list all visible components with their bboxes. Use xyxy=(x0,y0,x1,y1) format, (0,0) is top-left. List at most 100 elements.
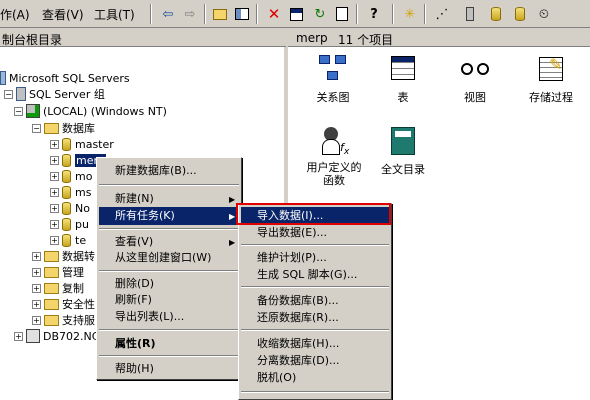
toolbar-separator xyxy=(256,4,258,24)
refresh-icon[interactable]: ↻ xyxy=(310,4,330,24)
item-views[interactable]: 视图 xyxy=(440,53,510,105)
expand-icon[interactable]: + xyxy=(50,219,59,229)
server-icon xyxy=(26,329,40,343)
menu-new[interactable]: 新建(N) xyxy=(99,190,239,208)
database-tool-icon[interactable] xyxy=(510,4,530,24)
menu-new-window[interactable]: 从这里创建窗口(W) xyxy=(99,249,239,267)
item-diagrams[interactable]: 关系图 xyxy=(298,53,368,105)
new-database-icon[interactable] xyxy=(486,4,506,24)
tree-item-security[interactable]: + 安全性 xyxy=(32,296,95,312)
menu-all-tasks[interactable]: 所有任务(K) xyxy=(99,207,239,225)
menu-action[interactable]: 作(A) xyxy=(0,6,30,23)
tree-item-master[interactable]: + master xyxy=(50,136,114,152)
menu-separator xyxy=(99,184,239,186)
collapse-icon[interactable]: − xyxy=(32,123,41,133)
tree-item-support[interactable]: + 支持服 xyxy=(32,312,95,328)
submenu-arrow-icon: ▶ xyxy=(229,195,236,204)
stored-procedure-icon: ✎ xyxy=(535,53,567,85)
wizard-icon[interactable]: ✳ xyxy=(400,4,420,24)
tree-item-root[interactable]: Microsoft SQL Servers xyxy=(0,70,130,86)
submenu-arrow-icon: ▶ xyxy=(229,212,236,221)
highlight-box xyxy=(236,203,391,225)
menu-separator xyxy=(99,270,239,272)
expand-icon[interactable]: + xyxy=(50,171,59,181)
menu-separator xyxy=(241,286,389,288)
tree-item-replication[interactable]: + 复制 xyxy=(32,280,84,296)
expand-icon[interactable]: + xyxy=(14,331,23,341)
detail-header: merp 11 个项目 xyxy=(288,29,590,47)
database-icon xyxy=(62,153,71,167)
expand-icon[interactable]: + xyxy=(32,315,41,325)
properties-icon[interactable] xyxy=(286,4,306,24)
show-tree-icon[interactable] xyxy=(232,4,252,24)
tree-item-local-server[interactable]: − (LOCAL) (Windows NT) xyxy=(14,103,167,119)
tree-item-db702[interactable]: + DB702.NC xyxy=(14,328,99,344)
job-schedule-icon[interactable]: ⏲ xyxy=(534,4,554,24)
menu-help[interactable]: 帮助(H) xyxy=(99,360,239,378)
delete-icon[interactable]: ✕ xyxy=(264,4,284,24)
item-stored-procedures[interactable]: ✎ 存储过程 xyxy=(516,53,586,105)
up-folder-icon[interactable] xyxy=(210,4,230,24)
diagram-icon xyxy=(317,53,349,85)
export-list-icon[interactable] xyxy=(332,4,352,24)
folder-icon xyxy=(44,122,59,134)
new-login-icon[interactable]: ⋰ xyxy=(432,4,452,24)
context-menu: 新建数据库(B)... 新建(N) ▶ 所有任务(K) ▶ 查看(V) ▶ 从这… xyxy=(96,157,242,380)
tree-item-ms[interactable]: + ms xyxy=(50,184,91,200)
database-icon xyxy=(62,201,71,215)
menu-view[interactable]: 查看(V) xyxy=(42,6,84,23)
expand-icon[interactable]: + xyxy=(32,251,41,261)
toolbar-separator xyxy=(204,4,206,24)
menu-restore[interactable]: 还原数据库(R)... xyxy=(241,309,389,327)
expand-icon[interactable]: + xyxy=(32,267,41,277)
server-group-icon xyxy=(16,87,26,101)
tree-item-pu[interactable]: + pu xyxy=(50,216,89,232)
item-full-text-catalogs[interactable]: 全文目录 xyxy=(368,125,438,177)
server-group-icon xyxy=(0,71,6,85)
collapse-icon[interactable]: − xyxy=(4,89,13,99)
toolbar-separator xyxy=(392,4,394,24)
expand-icon[interactable]: + xyxy=(50,187,59,197)
expand-icon[interactable]: + xyxy=(50,235,59,245)
item-user-functions[interactable]: fx 用户定义的 函数 xyxy=(294,125,374,187)
tree-item-group[interactable]: − SQL Server 组 xyxy=(4,86,105,102)
database-icon xyxy=(62,217,71,231)
tree-item-mo[interactable]: + mo xyxy=(50,168,92,184)
menu-refresh[interactable]: 刷新(F) xyxy=(99,291,239,309)
catalog-book-icon xyxy=(387,125,419,157)
menu-export-list[interactable]: 导出列表(L)... xyxy=(99,308,239,326)
menu-generate-sql[interactable]: 生成 SQL 脚本(G)... xyxy=(241,266,389,284)
glasses-icon xyxy=(459,53,491,85)
tree-item-dts[interactable]: + 数据转 xyxy=(32,248,95,264)
menu-shrink[interactable]: 收缩数据库(H)... xyxy=(241,335,389,353)
menu-properties[interactable]: 属性(R) xyxy=(99,335,239,353)
menu-offline[interactable]: 脱机(O) xyxy=(241,369,389,387)
expand-icon[interactable]: + xyxy=(50,155,59,165)
expand-icon[interactable]: + xyxy=(50,203,59,213)
item-tables[interactable]: 表 xyxy=(368,53,438,105)
expand-icon[interactable]: + xyxy=(50,139,59,149)
folder-icon xyxy=(44,314,59,326)
back-icon[interactable]: ⇦ xyxy=(158,4,178,24)
help-icon[interactable]: ? xyxy=(364,4,384,24)
expand-icon[interactable]: + xyxy=(32,283,41,293)
menu-export-data[interactable]: 导出数据(E)... xyxy=(241,224,389,242)
menu-tools[interactable]: 工具(T) xyxy=(94,6,135,23)
menu-detach[interactable]: 分离数据库(D)... xyxy=(241,352,389,370)
tree-item-no[interactable]: + No xyxy=(50,200,90,216)
register-server-icon[interactable] xyxy=(460,4,480,24)
expand-icon[interactable]: + xyxy=(32,299,41,309)
menu-backup[interactable]: 备份数据库(B)... xyxy=(241,292,389,310)
collapse-icon[interactable]: − xyxy=(14,106,23,116)
item-count: 11 个项目 xyxy=(338,33,394,47)
toolbar-separator xyxy=(150,4,152,24)
user-function-icon: fx xyxy=(318,125,350,157)
tree-item-te[interactable]: + te xyxy=(50,232,86,248)
menu-new-database[interactable]: 新建数据库(B)... xyxy=(99,162,239,180)
menu-separator xyxy=(241,391,389,393)
all-tasks-submenu: 导入数据(I)... 导出数据(E)... 维护计划(P)... 生成 SQL … xyxy=(238,203,392,400)
tree-item-databases[interactable]: − 数据库 xyxy=(32,120,95,136)
tree-item-management[interactable]: + 管理 xyxy=(32,264,84,280)
forward-icon[interactable]: ⇨ xyxy=(180,4,200,24)
menu-maintenance-plan[interactable]: 维护计划(P)... xyxy=(241,249,389,267)
